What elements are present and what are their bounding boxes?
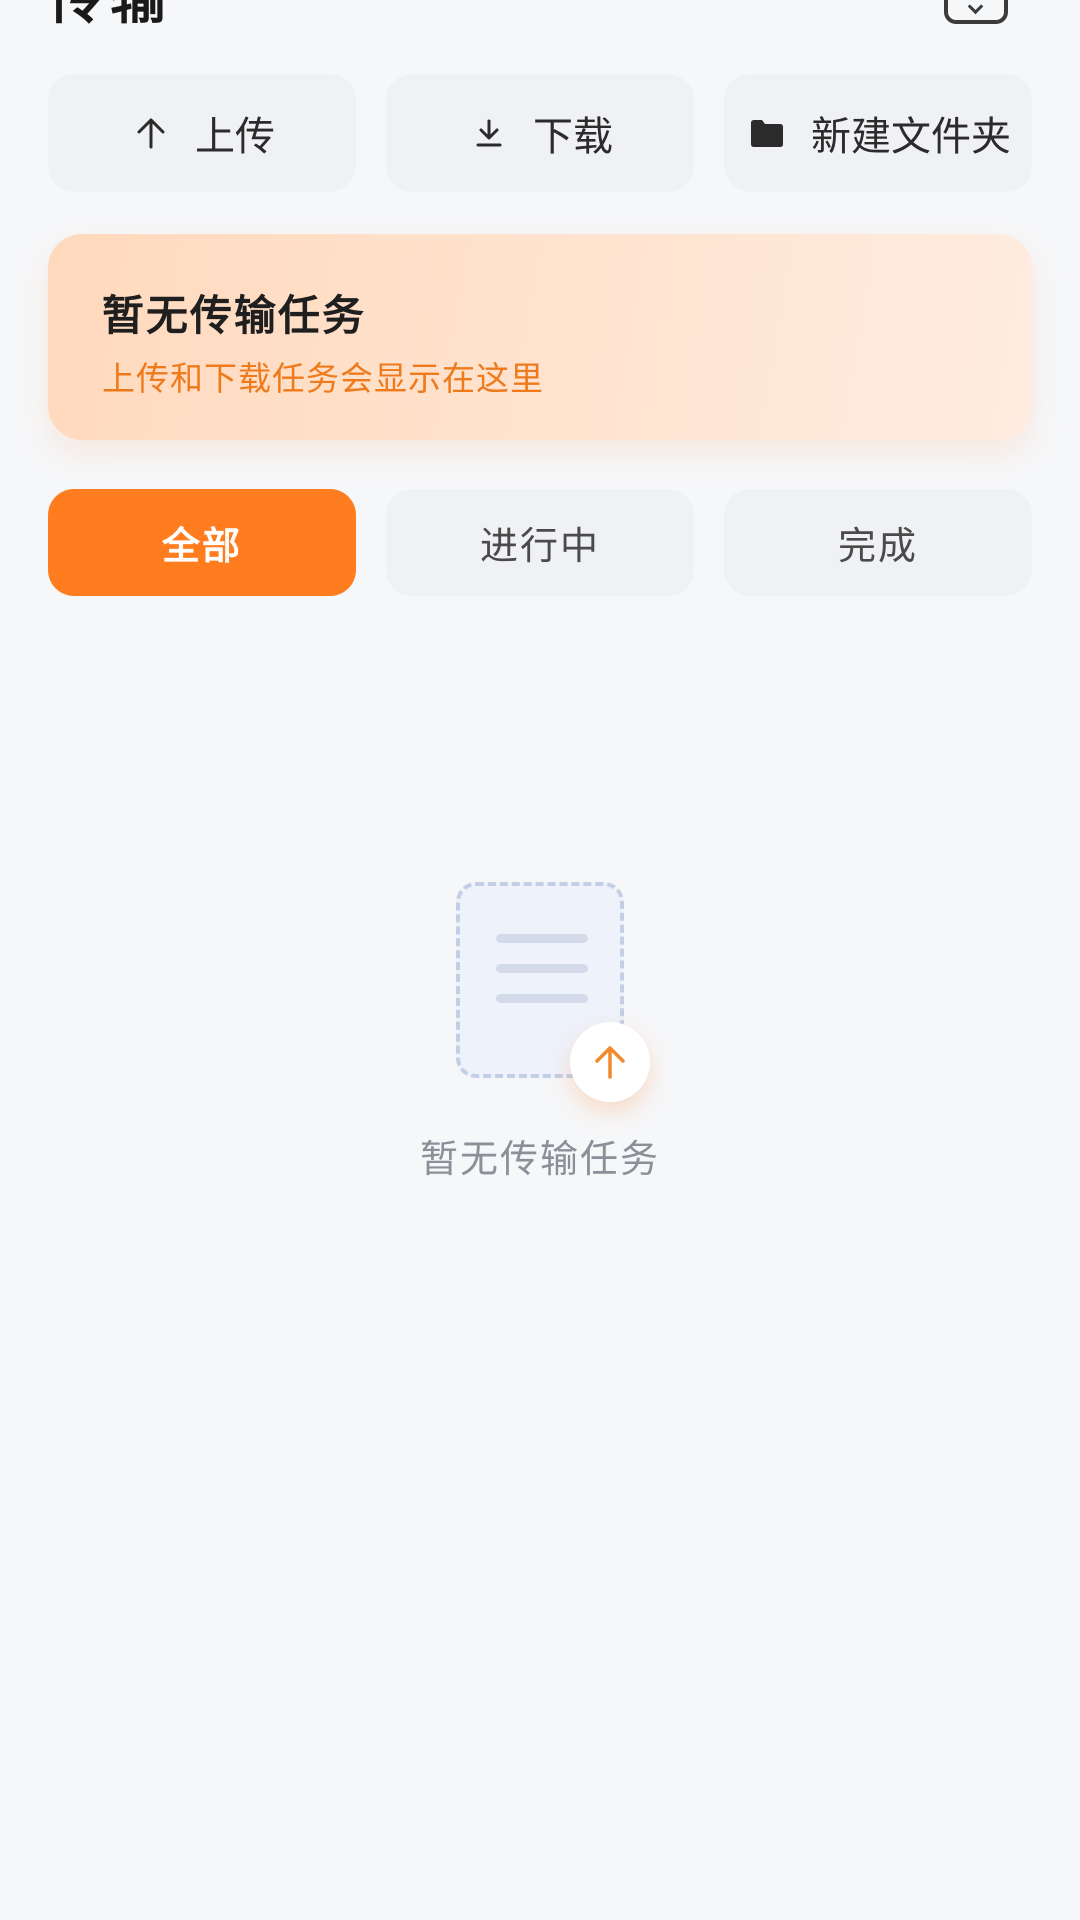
download-label: 下载 <box>533 114 613 160</box>
header-action-icon[interactable] <box>944 0 1008 24</box>
download-icon <box>467 111 511 155</box>
doc-line <box>496 994 588 1003</box>
filter-tabs: 全部 进行中 完成 <box>48 489 1032 596</box>
info-banner: 暂无传输任务 上传和下载任务会显示在这里 <box>48 234 1032 440</box>
upload-button[interactable]: 上传 <box>48 74 356 192</box>
download-button[interactable]: 下载 <box>386 74 694 192</box>
new-folder-button[interactable]: 新建文件夹 <box>724 74 1032 192</box>
check-icon <box>967 0 984 15</box>
upload-badge-icon <box>570 1022 650 1102</box>
doc-line <box>496 964 588 973</box>
page-title: 传输 <box>48 0 172 30</box>
actions-row: 上传 下载 新建文件夹 <box>48 74 1032 192</box>
transfer-page: 传输 上传 下载 新建文件 <box>0 0 1080 1920</box>
banner-title: 暂无传输任务 <box>102 291 367 340</box>
tab-all[interactable]: 全部 <box>48 489 356 596</box>
tab-completed[interactable]: 完成 <box>724 489 1032 596</box>
doc-line <box>496 934 588 943</box>
arrow-up-icon <box>129 111 173 155</box>
upload-label: 上传 <box>195 114 275 160</box>
tab-in-progress[interactable]: 进行中 <box>386 489 694 596</box>
empty-message: 暂无传输任务 <box>419 1137 660 1181</box>
arrow-up-icon <box>595 1046 625 1079</box>
folder-icon <box>745 111 789 155</box>
empty-state: 暂无传输任务 <box>0 878 1080 1198</box>
banner-subtitle: 上传和下载任务会显示在这里 <box>102 359 544 398</box>
new-folder-label: 新建文件夹 <box>811 114 1011 160</box>
